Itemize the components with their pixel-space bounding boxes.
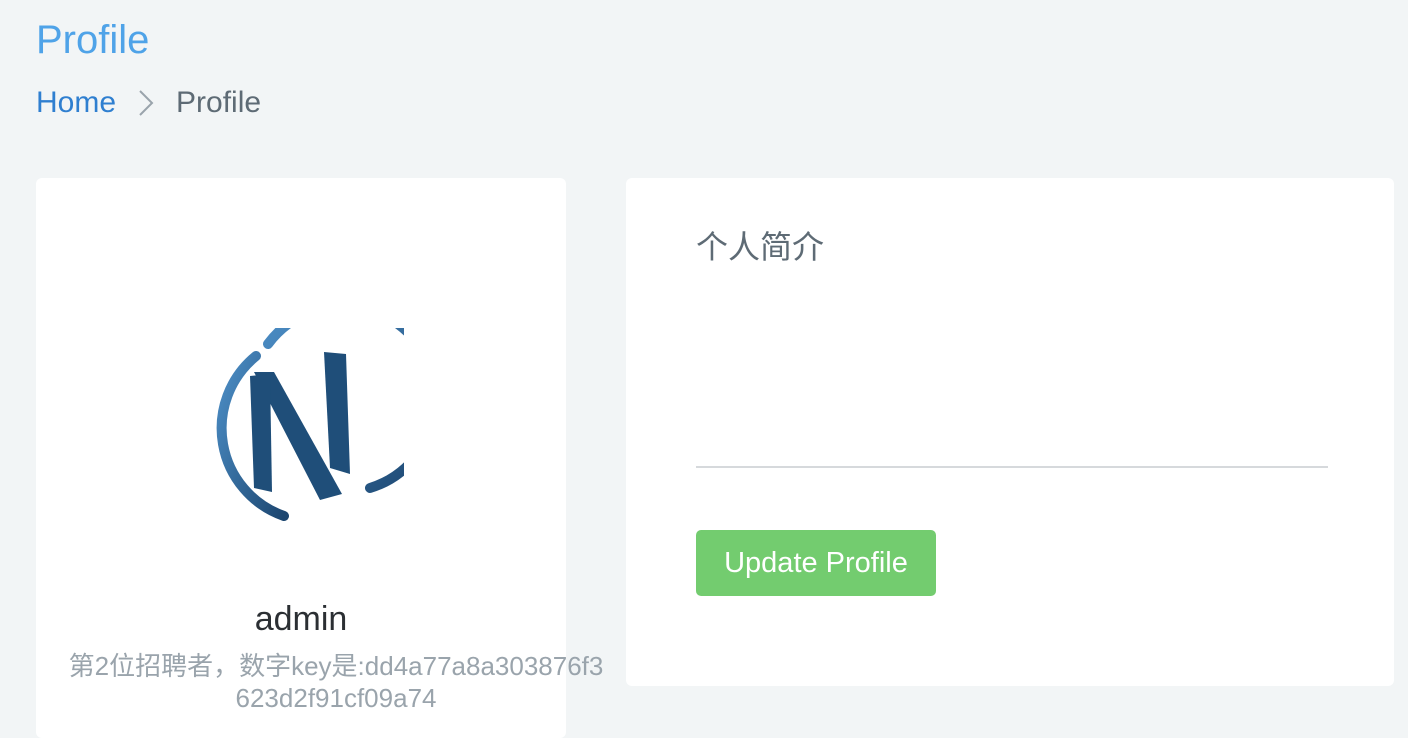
bio-section-title: 个人简介 bbox=[696, 229, 825, 265]
user-description: 第2位招聘者，数字key是:dd4a77a8a303876f3623d2f91c… bbox=[68, 651, 604, 713]
breadcrumb: Home Profile bbox=[36, 82, 261, 124]
username: admin bbox=[254, 600, 348, 638]
update-profile-button[interactable]: Update Profile bbox=[696, 530, 936, 596]
bio-textarea[interactable] bbox=[696, 288, 1328, 468]
breadcrumb-home-link[interactable]: Home bbox=[36, 86, 116, 120]
n-logo-icon bbox=[204, 301, 441, 528]
bio-panel: 个人简介 Update Profile bbox=[626, 178, 1394, 686]
chevron-right-icon bbox=[116, 82, 176, 124]
profile-card: admin 第2位招聘者，数字key是:dd4a77a8a303876f3623… bbox=[36, 178, 603, 738]
page-title: Profile bbox=[36, 18, 150, 62]
breadcrumb-current: Profile bbox=[176, 86, 262, 119]
